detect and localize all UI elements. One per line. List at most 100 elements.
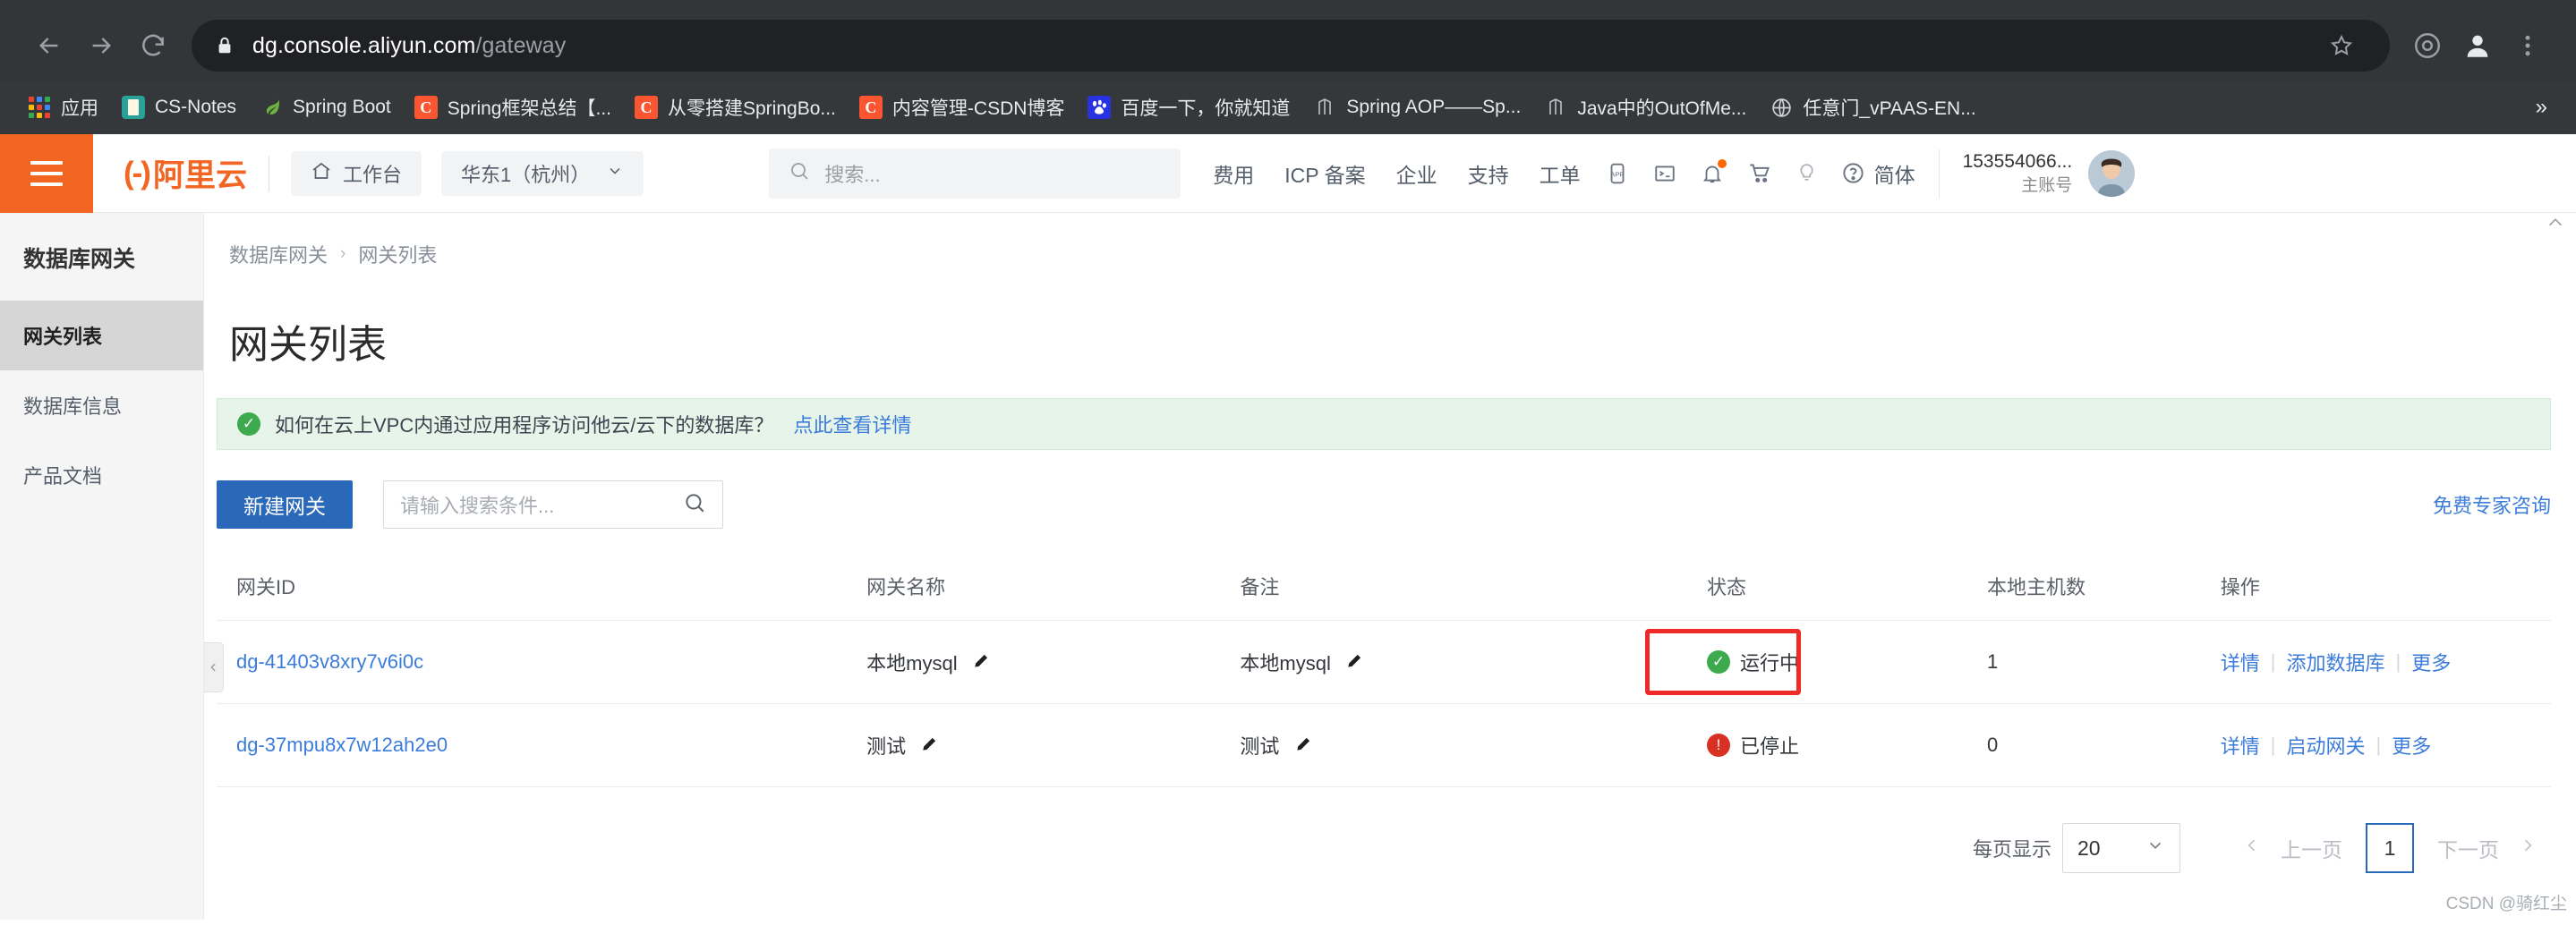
shopping-cart-icon[interactable]	[1747, 161, 1772, 185]
pencil-edit-icon[interactable]	[1294, 738, 1312, 758]
app-mobile-icon[interactable]: APP	[1606, 161, 1629, 186]
hamburger-menu-icon[interactable]	[0, 133, 93, 213]
pagination-nav: 上一页 1 下一页	[2232, 823, 2547, 874]
aliyun-logo[interactable]: (-) 阿里云	[124, 150, 247, 196]
nav-item-enterprise[interactable]: 企业	[1396, 158, 1437, 189]
pencil-edit-icon[interactable]	[1345, 655, 1363, 675]
status-badge: ✓ 运行中	[1707, 648, 1799, 676]
bookmark-springboot-scratch[interactable]: C 从零搭建SpringBo...	[623, 89, 848, 126]
gateway-name-text: 本地mysql	[866, 652, 958, 675]
address-bar[interactable]: dg.console.aliyun.com/gateway	[192, 20, 2390, 72]
help-question-icon[interactable]	[1841, 161, 1865, 185]
page-size-label: 每页显示	[1972, 838, 2051, 861]
reload-icon[interactable]	[127, 20, 179, 72]
operation-start-gateway[interactable]: 启动网关	[2276, 731, 2376, 760]
aliyun-logo-mark: (-)	[124, 155, 151, 191]
sidebar: 数据库网关 网关列表 数据库信息 产品文档	[0, 213, 204, 920]
bookmark-label: Java中的OutOfMe...	[1577, 98, 1747, 119]
nav-item-billing[interactable]: 费用	[1213, 158, 1254, 189]
nav-item-ticket[interactable]: 工单	[1540, 158, 1581, 189]
csdn-icon: C	[858, 96, 883, 119]
operation-more[interactable]: 更多	[2381, 731, 2442, 760]
sidebar-item-gateway-list[interactable]: 网关列表	[0, 301, 203, 370]
chevron-right-icon[interactable]	[2508, 835, 2547, 862]
breadcrumb-item-gateway-list[interactable]: 网关列表	[358, 240, 437, 268]
lightbulb-icon[interactable]	[1796, 161, 1818, 185]
bookmark-spring-boot[interactable]: Spring Boot	[248, 90, 403, 124]
workbench-button[interactable]: 工作台	[290, 150, 422, 196]
profile-avatar-icon[interactable]	[2452, 21, 2503, 71]
operation-details[interactable]: 详情	[2221, 648, 2271, 676]
next-page-button[interactable]: 下一页	[2428, 833, 2508, 863]
search-icon	[789, 160, 810, 186]
console-header: (-) 阿里云 工作台 华东1（杭州） 搜索... 费用 ICP 备案 企业 支…	[0, 133, 2576, 213]
account-info[interactable]: 153554066... 主账号	[1963, 149, 2073, 198]
bookmark-label: Spring框架总结【...	[447, 98, 611, 119]
bookmark-content-management[interactable]: C 内容管理-CSDN博客	[848, 89, 1077, 126]
sidebar-collapse-handle[interactable]	[204, 642, 224, 692]
current-page-input[interactable]: 1	[2366, 823, 2414, 874]
cell-operations: 详情 | 添加数据库 | 更多	[2200, 620, 2551, 705]
extensions-icon[interactable]	[2402, 21, 2452, 71]
cell-gateway-id: dg-37mpu8x7w12ah2e0	[217, 703, 848, 788]
header-nav: 费用 ICP 备案 企业 支持 工单	[1213, 158, 1580, 189]
gateway-id-link[interactable]: dg-37mpu8x7w12ah2e0	[236, 734, 448, 756]
page-body: 数据库网关 网关列表 数据库信息 产品文档 数据库网关 › 网关列表 网关列表 …	[0, 213, 2576, 920]
prev-page-button[interactable]: 上一页	[2272, 833, 2351, 863]
bookmark-baidu[interactable]: 百度一下，你就知道	[1076, 89, 1301, 126]
bell-notification-icon[interactable]	[1701, 158, 1727, 186]
operation-more[interactable]: 更多	[2401, 648, 2461, 676]
gateway-id-link[interactable]: dg-41403v8xry7v6i0c	[236, 650, 423, 673]
jianshu-icon	[1313, 96, 1336, 119]
chevron-left-icon[interactable]	[2232, 835, 2272, 862]
sidebar-item-database-info[interactable]: 数据库信息	[0, 370, 203, 440]
browser-toolbar: dg.console.aliyun.com/gateway	[0, 11, 2576, 81]
bookmark-cs-notes[interactable]: CS-Notes	[110, 90, 248, 124]
bookmark-spring-aop[interactable]: Spring AOP——Sp...	[1301, 90, 1532, 124]
sidebar-item-product-docs[interactable]: 产品文档	[0, 440, 203, 510]
region-selector[interactable]: 华东1（杭州）	[441, 150, 644, 196]
cell-local-hosts: 1	[1966, 620, 2201, 705]
browser-menu-icon[interactable]	[2503, 21, 2553, 71]
avatar[interactable]	[2088, 149, 2136, 197]
home-icon	[311, 160, 332, 187]
search-input[interactable]: 请输入搜索条件...	[383, 480, 723, 530]
pencil-edit-icon[interactable]	[920, 738, 938, 758]
chevron-down-icon	[2145, 836, 2165, 861]
column-header-gateway-name: 网关名称	[847, 552, 1221, 622]
pencil-edit-icon[interactable]	[972, 655, 990, 675]
globe-icon	[1770, 96, 1793, 119]
column-header-note: 备注	[1220, 552, 1688, 622]
cell-note: 本地mysql	[1220, 620, 1688, 705]
bookmark-java-oom[interactable]: Java中的OutOfMe...	[1532, 89, 1758, 126]
bookmark-label: Spring Boot	[293, 97, 391, 117]
page-size-select[interactable]: 20	[2062, 823, 2180, 874]
account-id: 153554066...	[1962, 150, 2073, 172]
search-icon[interactable]	[683, 491, 706, 519]
bookmark-apps[interactable]: 应用	[16, 89, 110, 126]
operation-add-database[interactable]: 添加数据库	[2276, 648, 2396, 676]
free-expert-consult-link[interactable]: 免费专家咨询	[2433, 490, 2551, 519]
operation-details[interactable]: 详情	[2221, 731, 2271, 760]
back-arrow-icon[interactable]	[23, 20, 75, 72]
terminal-icon[interactable]	[1652, 162, 1677, 185]
global-search-input[interactable]: 搜索...	[769, 148, 1181, 199]
cell-gateway-name: 本地mysql	[847, 620, 1221, 705]
forward-arrow-icon[interactable]	[75, 20, 127, 72]
info-banner-link[interactable]: 点此查看详情	[793, 410, 911, 438]
info-banner: ✓ 如何在云上VPC内通过应用程序访问他云/云下的数据库？ 点此查看详情	[217, 398, 2551, 451]
bookmark-star-icon[interactable]	[2316, 21, 2367, 71]
bookmark-spring-summary[interactable]: C Spring框架总结【...	[403, 89, 623, 126]
bookmark-label: CS-Notes	[155, 97, 237, 117]
nav-item-support[interactable]: 支持	[1468, 158, 1509, 189]
check-circle-icon: ✓	[237, 412, 260, 437]
account-type: 主账号	[2021, 175, 2073, 195]
create-gateway-button[interactable]: 新建网关	[217, 480, 353, 530]
bookmark-vpaas[interactable]: 任意门_vPAAS-EN...	[1758, 89, 1987, 126]
nav-item-icp[interactable]: ICP 备案	[1284, 158, 1365, 189]
language-switcher[interactable]: 简体	[1874, 158, 1915, 189]
breadcrumb-item-database-gateway[interactable]: 数据库网关	[229, 240, 328, 268]
bookmarks-overflow-button[interactable]: »	[2523, 95, 2560, 120]
scroll-up-chevron-icon[interactable]	[2546, 213, 2565, 238]
browser-titlebar	[0, 0, 2576, 11]
